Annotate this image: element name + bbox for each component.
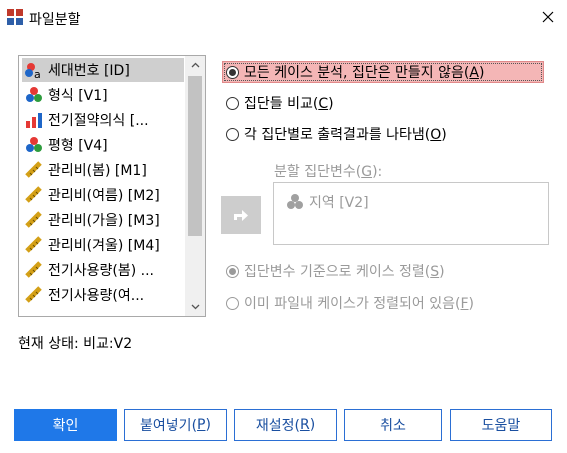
radio-label: 이미 파일내 케이스가 정렬되어 있음(F) — [244, 296, 474, 312]
radio-indicator — [226, 127, 239, 141]
close-button[interactable] — [530, 2, 566, 32]
scale-icon — [25, 211, 42, 228]
list-item[interactable]: 전기절약의식 [... — [22, 108, 184, 132]
scale-icon — [25, 261, 42, 278]
variable-label: 세대번호 [ID] — [48, 63, 130, 79]
variable-label: 관리비(겨울) [M4] — [48, 238, 160, 254]
nominal-a-icon: a — [25, 63, 41, 79]
variable-list[interactable]: a 세대번호 [ID] 형식 [V1] 전기절약의식 [... 평형 [V4] … — [18, 55, 206, 317]
arrow-right-icon — [234, 210, 248, 221]
list-item[interactable]: 관리비(여름) [M2] — [22, 183, 184, 207]
radio-all-cases[interactable]: 모든 케이스 분석, 집단은 만들지 않음(A) — [222, 61, 544, 83]
list-item[interactable]: 지역 [V2] — [286, 192, 369, 212]
list-item[interactable]: 전기사용량(여... — [22, 283, 184, 307]
list-scrollbar[interactable] — [185, 56, 205, 316]
paste-button[interactable]: 붙여넣기(P) — [124, 409, 227, 441]
nominal-icon — [26, 137, 42, 152]
split-by-label: 분할 집단변수(G): — [274, 164, 383, 180]
svg-text:a: a — [34, 68, 41, 79]
scale-icon — [25, 186, 42, 203]
radio-already-sorted[interactable]: 이미 파일내 케이스가 정렬되어 있음(F) — [226, 293, 474, 313]
window-title: 파일분할 — [29, 12, 81, 28]
split-file-icon — [7, 8, 23, 26]
list-item[interactable]: 전기사용량(봄) ... — [22, 258, 184, 282]
radio-indicator — [226, 96, 239, 110]
ordinal-icon — [26, 113, 42, 128]
scroll-thumb[interactable] — [188, 76, 202, 236]
scroll-down-button[interactable] — [185, 298, 205, 316]
radio-indicator — [226, 264, 239, 278]
variable-label: 형식 [V1] — [48, 88, 108, 104]
help-button[interactable]: 도움말 — [450, 409, 552, 441]
close-icon — [542, 11, 554, 23]
scroll-up-button[interactable] — [185, 56, 205, 74]
list-item[interactable]: a 세대번호 [ID] — [22, 58, 184, 82]
radio-indicator — [226, 296, 239, 310]
current-status: 현재 상태: 비교:V2 — [18, 336, 133, 352]
variable-label: 평형 [V4] — [48, 138, 108, 154]
radio-label: 집단들 비교(C) — [244, 96, 334, 112]
list-item[interactable]: 관리비(가을) [M3] — [22, 208, 184, 232]
radio-sort-cases[interactable]: 집단변수 기준으로 케이스 정렬(S) — [226, 261, 445, 281]
chevron-down-icon — [191, 304, 199, 310]
move-variable-button[interactable] — [221, 196, 261, 234]
nominal-icon — [287, 194, 303, 209]
radio-label: 각 집단별로 출력결과를 나타냄(O) — [244, 127, 447, 143]
split-variable-label: 지역 [V2] — [309, 195, 369, 211]
radio-label: 모든 케이스 분석, 집단은 만들지 않음(A) — [244, 65, 485, 81]
list-item[interactable]: 평형 [V4] — [22, 133, 184, 157]
title-bar: 파일분할 — [0, 0, 567, 36]
radio-compare-groups[interactable]: 집단들 비교(C) — [226, 93, 334, 113]
cancel-button[interactable]: 취소 — [344, 409, 442, 441]
list-item[interactable]: 형식 [V1] — [22, 83, 184, 107]
ok-button[interactable]: 확인 — [14, 409, 117, 441]
chevron-up-icon — [191, 62, 199, 68]
variable-label: 관리비(봄) [M1] — [48, 163, 147, 179]
scale-icon — [25, 161, 42, 178]
variable-label: 관리비(가을) [M3] — [48, 213, 160, 229]
list-item[interactable]: 관리비(봄) [M1] — [22, 158, 184, 182]
variable-label: 전기사용량(봄) ... — [48, 263, 155, 279]
nominal-icon — [26, 87, 42, 102]
radio-label: 집단변수 기준으로 케이스 정렬(S) — [244, 264, 445, 280]
radio-organize-output[interactable]: 각 집단별로 출력결과를 나타냄(O) — [226, 124, 447, 144]
split-by-variables-box[interactable]: 지역 [V2] — [273, 182, 549, 245]
variable-label: 전기절약의식 [... — [48, 113, 149, 129]
list-item[interactable]: 관리비(겨울) [M4] — [22, 233, 184, 257]
reset-button[interactable]: 재설정(R) — [234, 409, 337, 441]
radio-indicator — [226, 65, 239, 79]
variable-label: 전기사용량(여... — [48, 288, 145, 304]
variable-label: 관리비(여름) [M2] — [48, 188, 160, 204]
scale-icon — [25, 286, 42, 303]
scale-icon — [25, 236, 42, 253]
